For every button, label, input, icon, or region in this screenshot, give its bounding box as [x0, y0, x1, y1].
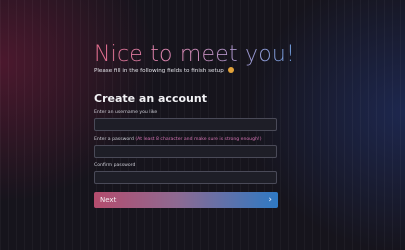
confirm-password-input[interactable] [94, 171, 277, 184]
password-hint: (At least 8 character and make sure is s… [135, 137, 262, 142]
subtitle-text: Please fill in the following fields to f… [94, 68, 224, 74]
username-input[interactable] [94, 118, 277, 131]
confirm-password-label: Confirm password [94, 163, 136, 168]
next-button-label: Next [100, 196, 117, 204]
password-label: Enter a password [94, 137, 134, 142]
password-label-row: Enter a password (At least 8 character a… [94, 137, 262, 142]
next-button[interactable]: Next › [94, 192, 278, 208]
form-title: Create an account [94, 92, 207, 105]
password-input[interactable] [94, 145, 277, 158]
username-label: Enter an username you like [94, 110, 158, 115]
smiley-emoji-icon [227, 67, 234, 73]
page-subtitle: Please fill in the following fields to f… [94, 67, 234, 74]
page-title: Nice to meet you! [94, 42, 296, 67]
chevron-right-icon: › [268, 195, 272, 205]
